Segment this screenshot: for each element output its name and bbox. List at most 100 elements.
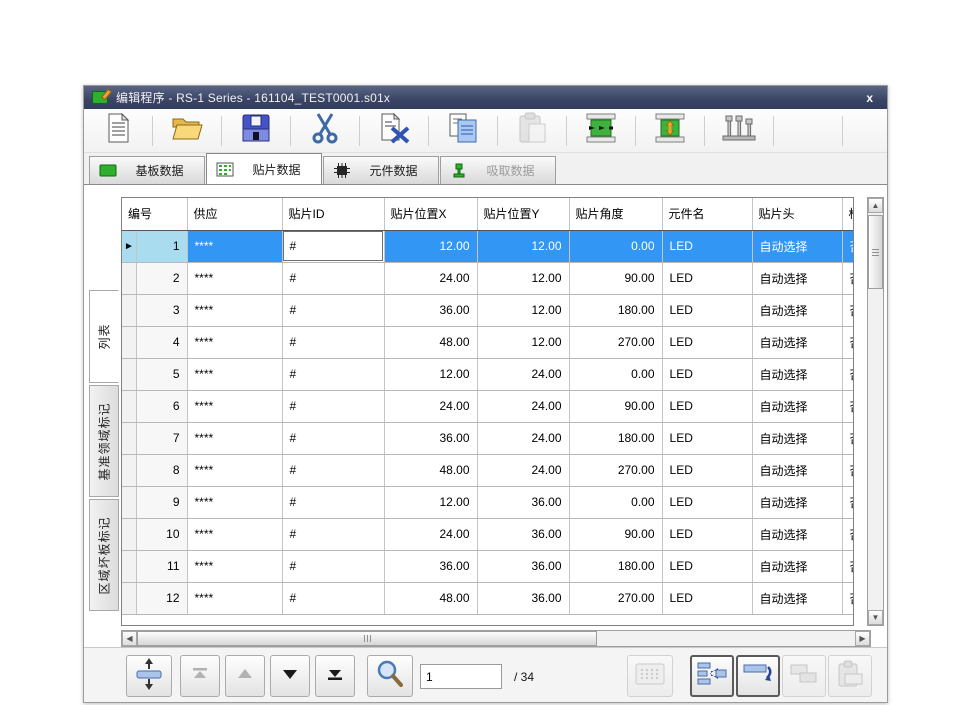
- table-cell[interactable]: #: [282, 486, 384, 518]
- table-cell[interactable]: 24.00: [384, 390, 477, 422]
- side-tab-fiducial-marks[interactable]: 基准领域标记: [89, 385, 119, 497]
- table-cell[interactable]: LED: [662, 326, 752, 358]
- board-transport-button[interactable]: [573, 112, 629, 150]
- row-position-input[interactable]: [420, 664, 502, 689]
- table-cell[interactable]: ****: [187, 518, 282, 550]
- table-cell[interactable]: 自动选择: [752, 422, 842, 454]
- table-cell[interactable]: 36.00: [384, 422, 477, 454]
- table-cell[interactable]: 12.00: [384, 358, 477, 390]
- table-cell[interactable]: #: [282, 422, 384, 454]
- table-cell[interactable]: LED: [662, 358, 752, 390]
- row-indicator[interactable]: [122, 294, 136, 326]
- insert-row-button[interactable]: [690, 655, 734, 697]
- table-cell[interactable]: 3: [136, 294, 187, 326]
- column-header[interactable]: 标: [842, 198, 854, 230]
- table-cell[interactable]: LED: [662, 518, 752, 550]
- table-cell[interactable]: 4: [136, 326, 187, 358]
- table-cell[interactable]: 9: [136, 486, 187, 518]
- table-cell[interactable]: ****: [187, 230, 282, 262]
- tab-placement-data[interactable]: 贴片数据: [206, 153, 322, 184]
- table-cell[interactable]: 90.00: [569, 518, 662, 550]
- scroll-up-icon[interactable]: ▲: [868, 198, 883, 213]
- column-header[interactable]: 贴片角度: [569, 198, 662, 230]
- table-cell[interactable]: 24.00: [477, 358, 569, 390]
- table-cell[interactable]: 自动选择: [752, 550, 842, 582]
- table-cell[interactable]: 36.00: [477, 486, 569, 518]
- horizontal-scrollbar[interactable]: ◀ ▶: [121, 630, 871, 647]
- move-down-button[interactable]: [270, 655, 310, 697]
- table-cell[interactable]: 否: [842, 486, 854, 518]
- table-cell[interactable]: 36.00: [477, 518, 569, 550]
- table-cell[interactable]: ****: [187, 262, 282, 294]
- table-cell[interactable]: LED: [662, 422, 752, 454]
- table-cell[interactable]: 12.00: [384, 486, 477, 518]
- table-cell[interactable]: 自动选择: [752, 262, 842, 294]
- table-cell[interactable]: 8: [136, 454, 187, 486]
- table-row[interactable]: ►1****#12.0012.000.00LED自动选择否: [122, 230, 854, 262]
- table-cell[interactable]: 自动选择: [752, 390, 842, 422]
- table-row[interactable]: 11****#36.0036.00180.00LED自动选择否: [122, 550, 854, 582]
- vertical-scrollbar[interactable]: ▲ ▼: [867, 197, 884, 626]
- table-row[interactable]: 2****#24.0012.0090.00LED自动选择否: [122, 262, 854, 294]
- table-cell[interactable]: 0.00: [569, 230, 662, 262]
- table-cell[interactable]: 否: [842, 518, 854, 550]
- table-cell[interactable]: LED: [662, 454, 752, 486]
- table-row[interactable]: 3****#36.0012.00180.00LED自动选择否: [122, 294, 854, 326]
- table-cell[interactable]: LED: [662, 486, 752, 518]
- table-cell[interactable]: ****: [187, 422, 282, 454]
- table-cell[interactable]: #: [282, 326, 384, 358]
- column-header[interactable]: 贴片头: [752, 198, 842, 230]
- row-indicator[interactable]: [122, 262, 136, 294]
- save-button[interactable]: [228, 112, 284, 150]
- row-indicator[interactable]: [122, 550, 136, 582]
- row-indicator[interactable]: ►: [122, 230, 136, 262]
- table-cell[interactable]: #: [282, 550, 384, 582]
- row-indicator[interactable]: [122, 326, 136, 358]
- nozzle-setup-button[interactable]: [711, 112, 767, 150]
- table-cell[interactable]: 7: [136, 422, 187, 454]
- table-cell[interactable]: 24.00: [384, 262, 477, 294]
- column-header[interactable]: 供应: [187, 198, 282, 230]
- table-cell[interactable]: ****: [187, 550, 282, 582]
- scroll-down-icon[interactable]: ▼: [868, 610, 883, 625]
- table-cell[interactable]: 否: [842, 550, 854, 582]
- table-cell[interactable]: 90.00: [569, 262, 662, 294]
- table-cell[interactable]: 自动选择: [752, 486, 842, 518]
- table-cell[interactable]: #: [282, 358, 384, 390]
- table-cell[interactable]: 2: [136, 262, 187, 294]
- table-cell[interactable]: 36.00: [384, 550, 477, 582]
- row-height-button[interactable]: [126, 655, 172, 697]
- table-cell[interactable]: 24.00: [477, 422, 569, 454]
- table-row[interactable]: 12****#48.0036.00270.00LED自动选择否: [122, 582, 854, 614]
- horizontal-scroll-thumb[interactable]: [137, 631, 597, 646]
- delete-button[interactable]: [366, 112, 422, 150]
- table-row[interactable]: 10****#24.0036.0090.00LED自动选择否: [122, 518, 854, 550]
- table-cell[interactable]: LED: [662, 294, 752, 326]
- column-header[interactable]: 元件名: [662, 198, 752, 230]
- column-header[interactable]: 贴片位置X: [384, 198, 477, 230]
- cut-button[interactable]: [297, 112, 353, 150]
- table-cell[interactable]: LED: [662, 550, 752, 582]
- vertical-scroll-thumb[interactable]: [868, 215, 883, 289]
- table-cell[interactable]: 6: [136, 390, 187, 422]
- paste-button[interactable]: [504, 112, 560, 150]
- table-cell[interactable]: 24.00: [384, 518, 477, 550]
- repeat-row-button[interactable]: [736, 655, 780, 697]
- row-indicator[interactable]: [122, 518, 136, 550]
- table-cell[interactable]: 12.00: [477, 294, 569, 326]
- table-cell[interactable]: 180.00: [569, 294, 662, 326]
- move-up-button[interactable]: [225, 655, 265, 697]
- table-cell[interactable]: 48.00: [384, 582, 477, 614]
- row-indicator[interactable]: [122, 486, 136, 518]
- move-last-button[interactable]: [315, 655, 355, 697]
- table-cell[interactable]: 自动选择: [752, 230, 842, 262]
- matrix-view-button[interactable]: [627, 655, 673, 697]
- table-cell[interactable]: 36.00: [477, 582, 569, 614]
- table-cell[interactable]: 12.00: [477, 262, 569, 294]
- search-button[interactable]: [367, 655, 413, 697]
- row-indicator[interactable]: [122, 422, 136, 454]
- side-tab-list[interactable]: 列表: [89, 290, 119, 383]
- table-cell[interactable]: 270.00: [569, 326, 662, 358]
- row-indicator[interactable]: [122, 390, 136, 422]
- table-cell[interactable]: 自动选择: [752, 454, 842, 486]
